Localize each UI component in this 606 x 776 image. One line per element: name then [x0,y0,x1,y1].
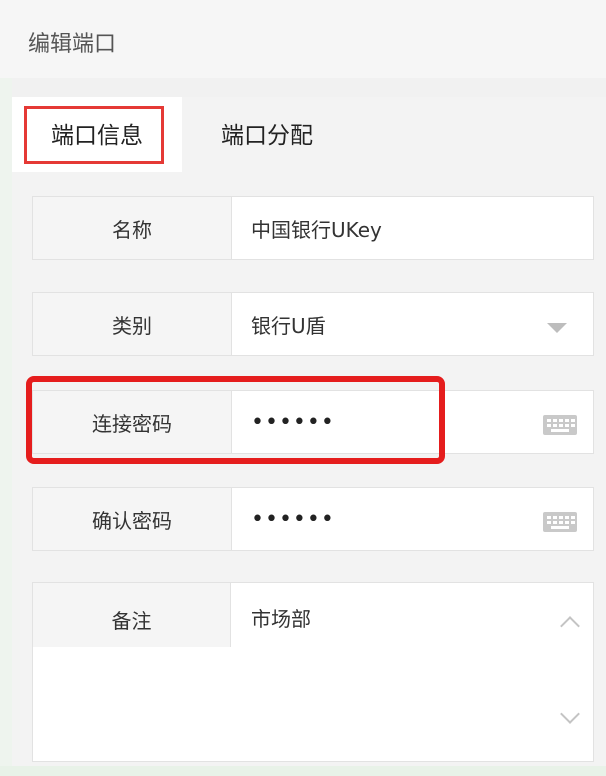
left-edge [0,78,12,766]
chevron-down-icon[interactable] [560,704,580,724]
confirm-password-row: 确认密码 •••••• [32,487,594,551]
name-label: 名称 [33,197,232,259]
tab-port-assign[interactable]: 端口分配 [182,97,352,172]
password-row: 连接密码 •••••• [32,390,594,454]
remark-row: 备注 市场部 [32,582,594,762]
chevron-down-icon[interactable] [547,323,567,333]
type-row: 类别 银行U盾 [32,292,594,356]
tab-port-info[interactable]: 端口信息 [12,97,182,172]
confirm-password-value: •••••• [251,506,335,532]
password-value: •••••• [251,409,335,435]
confirm-password-input[interactable]: •••••• [251,488,543,550]
password-label: 连接密码 [33,391,232,453]
password-input[interactable]: •••••• [251,391,543,453]
type-label: 类别 [33,293,232,355]
remark-textarea[interactable]: 市场部 [251,583,543,761]
type-select[interactable]: 银行U盾 [251,293,543,355]
keyboard-icon[interactable] [543,415,577,435]
tab-bar: 端口信息 端口分配 [12,97,606,172]
name-row: 名称 中国银行UKey [32,196,594,260]
chevron-up-icon[interactable] [560,616,580,636]
dialog-title: 编辑端口 [28,32,117,57]
bottom-edge [0,766,606,776]
remark-label: 备注 [33,583,231,647]
confirm-password-label: 确认密码 [33,488,232,550]
name-input[interactable]: 中国银行UKey [251,197,543,259]
keyboard-icon[interactable] [543,512,577,532]
dialog-titlebar: 编辑端口 [0,0,606,78]
